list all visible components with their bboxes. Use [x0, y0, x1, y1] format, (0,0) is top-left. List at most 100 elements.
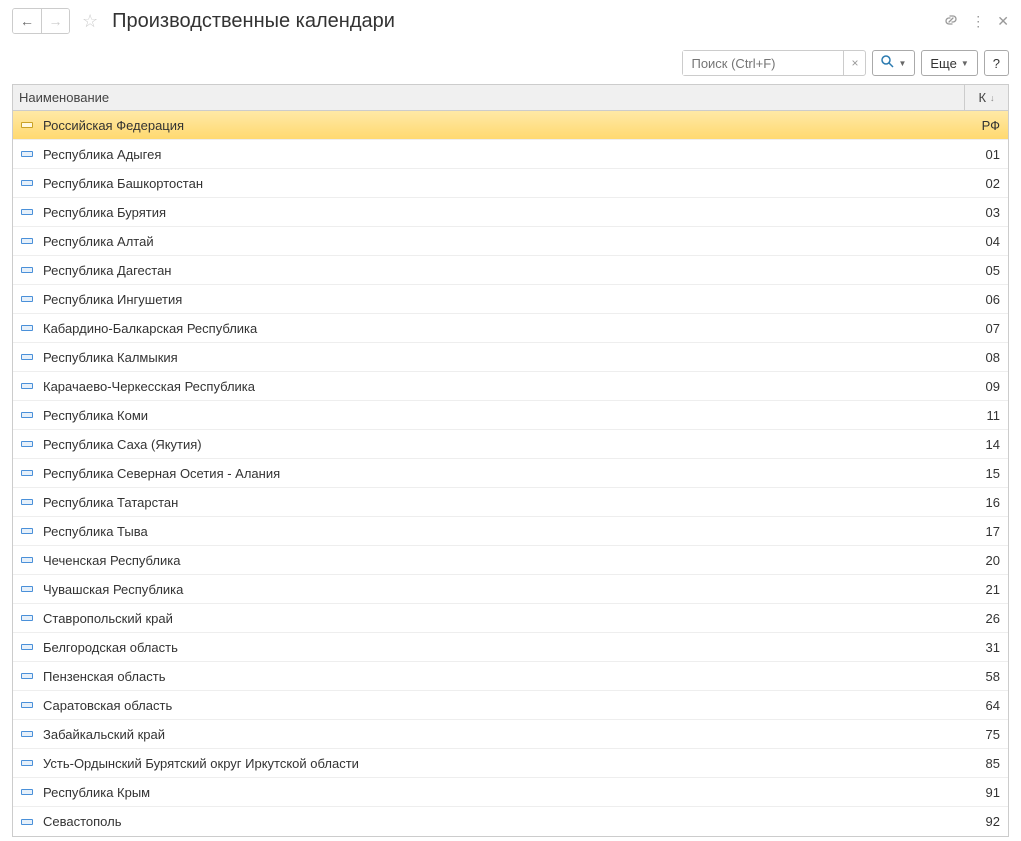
- item-icon: [21, 731, 33, 737]
- cell-name: Ставропольский край: [13, 611, 964, 626]
- star-icon[interactable]: ☆: [82, 11, 98, 32]
- table-row[interactable]: Республика Крым91: [13, 778, 1008, 807]
- magnifier-icon: [881, 55, 894, 71]
- cell-name: Республика Дагестан: [13, 263, 964, 278]
- arrow-right-icon: →: [49, 13, 63, 29]
- table-row[interactable]: Белгородская область31: [13, 633, 1008, 662]
- help-button[interactable]: ?: [984, 50, 1009, 76]
- search-dropdown-button[interactable]: ▼: [872, 50, 915, 76]
- cell-code: 08: [964, 350, 1008, 365]
- item-icon: [21, 412, 33, 418]
- table-row[interactable]: Севастополь 92: [13, 807, 1008, 836]
- row-name: Республика Бурятия: [43, 205, 166, 220]
- cell-name: Карачаево-Черкесская Республика: [13, 379, 964, 394]
- table: Наименование К ↓ Российская ФедерацияРФР…: [12, 84, 1009, 837]
- cell-code: 16: [964, 495, 1008, 510]
- table-row[interactable]: Республика Татарстан16: [13, 488, 1008, 517]
- close-icon[interactable]: ✕: [997, 13, 1009, 30]
- cell-name: Республика Тыва: [13, 524, 964, 539]
- cell-name: Республика Ингушетия: [13, 292, 964, 307]
- cell-code: 58: [964, 669, 1008, 684]
- table-row[interactable]: Ставропольский край26: [13, 604, 1008, 633]
- nav-back-button[interactable]: ←: [13, 9, 41, 33]
- table-row[interactable]: Республика Калмыкия08: [13, 343, 1008, 372]
- row-name: Белгородская область: [43, 640, 178, 655]
- cell-name: Пензенская область: [13, 669, 964, 684]
- table-row[interactable]: Чувашская Республика 21: [13, 575, 1008, 604]
- help-button-label: ?: [993, 56, 1000, 71]
- item-icon: [21, 180, 33, 186]
- search-input[interactable]: [683, 51, 843, 75]
- row-name: Севастополь: [43, 814, 122, 829]
- row-name: Республика Алтай: [43, 234, 154, 249]
- table-row[interactable]: Республика Ингушетия06: [13, 285, 1008, 314]
- cell-name: Севастополь: [13, 814, 964, 829]
- kebab-icon[interactable]: ⋮: [971, 13, 985, 30]
- row-name: Республика Северная Осетия - Алания: [43, 466, 280, 481]
- table-row[interactable]: Республика Коми11: [13, 401, 1008, 430]
- item-icon: [21, 325, 33, 331]
- arrow-left-icon: ←: [20, 13, 34, 29]
- nav-buttons: ← →: [12, 8, 70, 34]
- table-row[interactable]: Республика Саха (Якутия) 14: [13, 430, 1008, 459]
- nav-forward-button[interactable]: →: [41, 9, 69, 33]
- cell-code: 21: [964, 582, 1008, 597]
- table-row[interactable]: Российская Федерация РФ: [13, 111, 1008, 140]
- cell-code: 64: [964, 698, 1008, 713]
- cell-code: 09: [964, 379, 1008, 394]
- cell-code: 15: [964, 466, 1008, 481]
- cell-code: 03: [964, 205, 1008, 220]
- row-name: Чувашская Республика: [43, 582, 183, 597]
- table-row[interactable]: Саратовская область64: [13, 691, 1008, 720]
- cell-name: Чувашская Республика: [13, 582, 964, 597]
- cell-name: Республика Калмыкия: [13, 350, 964, 365]
- table-row[interactable]: Республика Дагестан05: [13, 256, 1008, 285]
- row-name: Республика Тыва: [43, 524, 148, 539]
- table-row[interactable]: Республика Бурятия 03: [13, 198, 1008, 227]
- search-wrap: ×: [682, 50, 866, 76]
- row-name: Республика Саха (Якутия): [43, 437, 202, 452]
- cell-code: РФ: [964, 118, 1008, 133]
- item-icon: [21, 586, 33, 592]
- link-icon[interactable]: [943, 12, 959, 31]
- more-button[interactable]: Еще ▼: [921, 50, 977, 76]
- table-row[interactable]: Республика Башкортостан02: [13, 169, 1008, 198]
- table-row[interactable]: Республика Северная Осетия - Алания 15: [13, 459, 1008, 488]
- item-icon: [21, 151, 33, 157]
- cell-name: Белгородская область: [13, 640, 964, 655]
- sort-down-icon: ↓: [990, 93, 995, 103]
- cell-code: 26: [964, 611, 1008, 626]
- table-row[interactable]: Пензенская область 58: [13, 662, 1008, 691]
- cell-name: Республика Крым: [13, 785, 964, 800]
- cell-code: 92: [964, 814, 1008, 829]
- table-row[interactable]: Республика Алтай04: [13, 227, 1008, 256]
- table-row[interactable]: Кабардино-Балкарская Республика07: [13, 314, 1008, 343]
- cell-name: Республика Алтай: [13, 234, 964, 249]
- cell-code: 20: [964, 553, 1008, 568]
- cell-name: Республика Северная Осетия - Алания: [13, 466, 964, 481]
- item-icon: [21, 267, 33, 273]
- row-name: Российская Федерация: [43, 118, 184, 133]
- cell-name: Республика Башкортостан: [13, 176, 964, 191]
- table-row[interactable]: Чеченская Республика20: [13, 546, 1008, 575]
- row-name: Усть-Ордынский Бурятский округ Иркутской…: [43, 756, 359, 771]
- cell-code: 75: [964, 727, 1008, 742]
- cell-code: 06: [964, 292, 1008, 307]
- column-header-name[interactable]: Наименование: [13, 90, 964, 105]
- cell-code: 14: [964, 437, 1008, 452]
- table-row[interactable]: Усть-Ордынский Бурятский округ Иркутской…: [13, 749, 1008, 778]
- search-clear-button[interactable]: ×: [843, 51, 865, 75]
- row-name: Карачаево-Черкесская Республика: [43, 379, 255, 394]
- item-icon: [21, 354, 33, 360]
- item-icon: [21, 615, 33, 621]
- table-row[interactable]: Республика Адыгея01: [13, 140, 1008, 169]
- cell-name: Забайкальский край: [13, 727, 964, 742]
- header-actions: ⋮ ✕: [943, 12, 1009, 31]
- table-row[interactable]: Забайкальский край75: [13, 720, 1008, 749]
- table-row[interactable]: Карачаево-Черкесская Республика 09: [13, 372, 1008, 401]
- table-row[interactable]: Республика Тыва17: [13, 517, 1008, 546]
- column-header-code[interactable]: К ↓: [964, 85, 1008, 110]
- table-body: Российская Федерация РФ Республика Адыгея0…: [13, 111, 1008, 836]
- row-name: Пензенская область: [43, 669, 165, 684]
- page-title: Производственные календари: [112, 10, 935, 33]
